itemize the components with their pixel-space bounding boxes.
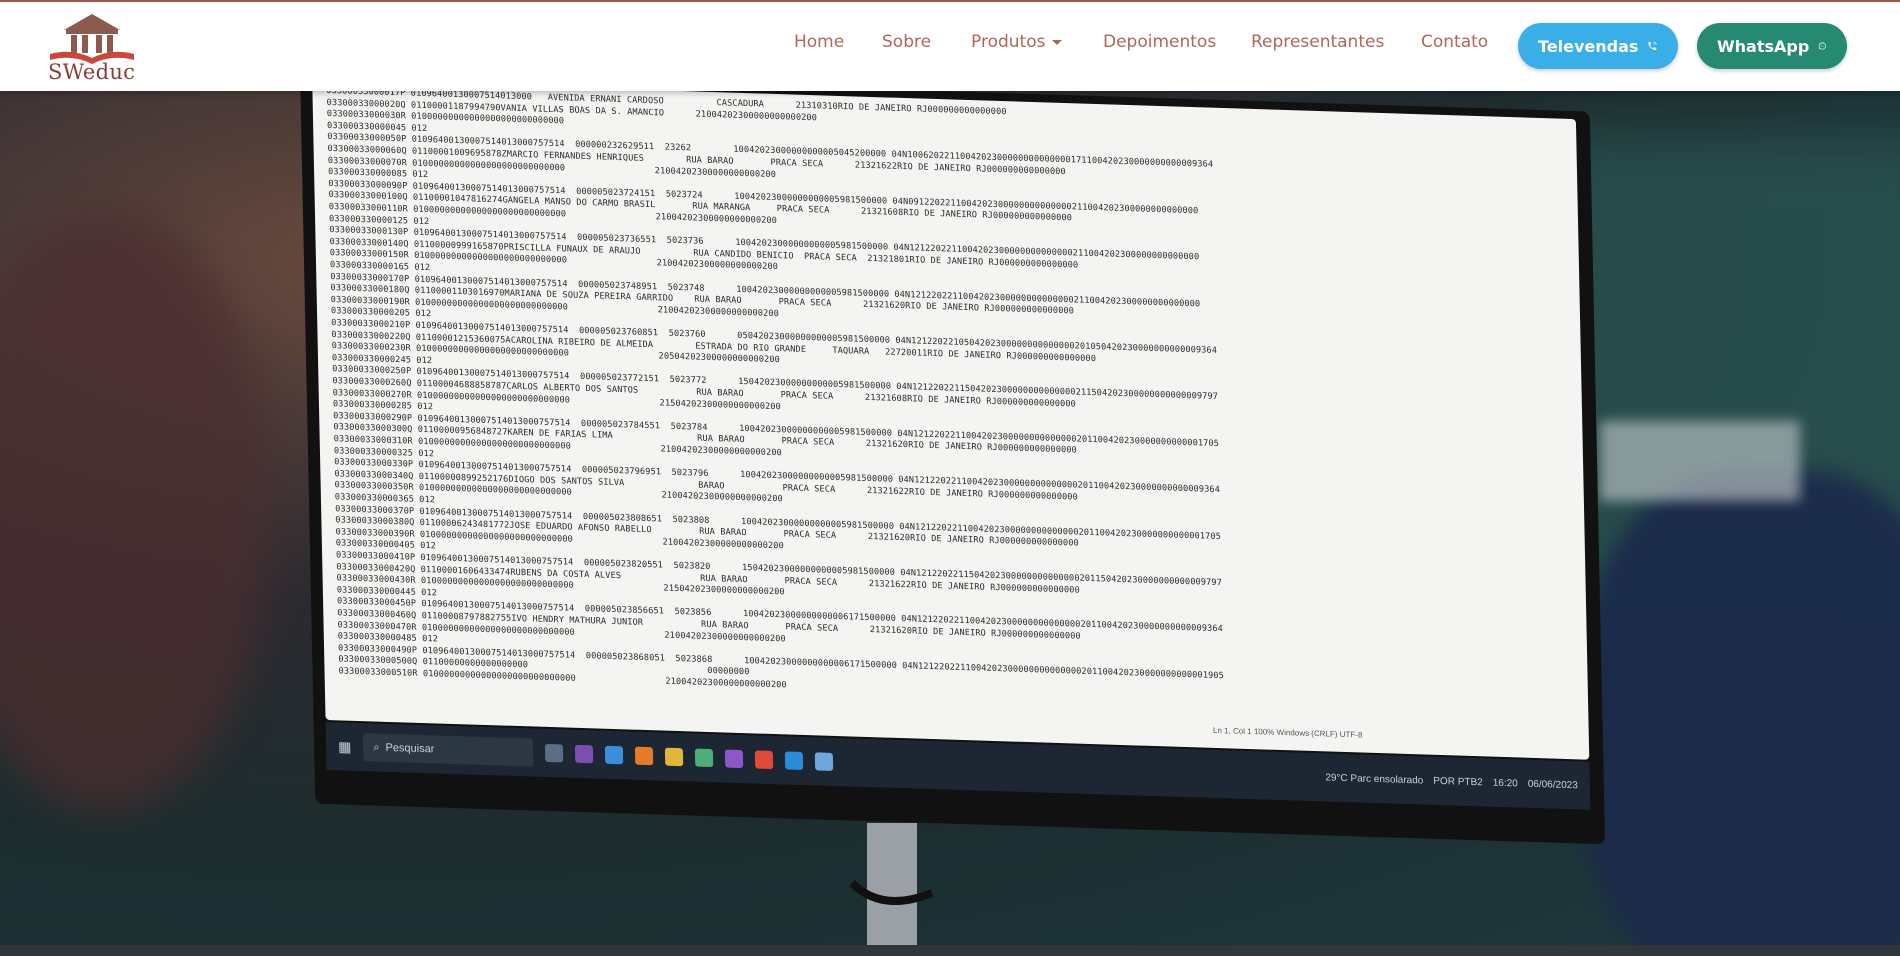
app-icon xyxy=(665,747,684,767)
nav-depoimentos[interactable]: Depoimentos xyxy=(1103,32,1216,52)
nav-representantes[interactable]: Representantes xyxy=(1251,32,1384,52)
whatsapp-label: WhatsApp xyxy=(1717,36,1810,56)
language-text: POR PTB2 xyxy=(1433,775,1483,788)
monitor-photo: 03300033000017P 01096400130007514013000 … xyxy=(292,91,1606,945)
site-header: SWeduc Home Sobre Produtos Depoimentos R… xyxy=(0,2,1900,91)
app-icon xyxy=(635,746,654,766)
app-icon xyxy=(545,743,564,763)
text-file-view: 03300033000017P 01096400130007514013000 … xyxy=(312,91,1590,760)
taskbar-search: ⌕ Pesquisar xyxy=(363,733,534,767)
app-icon xyxy=(755,750,774,770)
app-icon xyxy=(605,745,624,765)
caret-down-icon xyxy=(1052,39,1063,45)
app-icon xyxy=(725,749,744,769)
nav-produtos[interactable]: Produtos xyxy=(971,32,1063,52)
background-blur xyxy=(1600,421,1800,501)
weather-text: 29°C Parc ensolarado xyxy=(1325,771,1424,786)
whatsapp-icon xyxy=(1819,42,1827,50)
monitor-stand xyxy=(849,823,934,945)
televendas-label: Televendas xyxy=(1538,36,1639,56)
clock-date: 06/06/2023 xyxy=(1527,778,1578,791)
app-icon xyxy=(695,748,714,768)
search-icon: ⌕ xyxy=(373,740,380,754)
background-blur xyxy=(0,211,270,811)
televendas-button[interactable]: Televendas xyxy=(1518,23,1678,69)
nav-sobre[interactable]: Sobre xyxy=(882,32,931,52)
phone-icon xyxy=(1648,41,1658,50)
hero-banner: 03300033000017P 01096400130007514013000 … xyxy=(0,91,1900,945)
nav-contato[interactable]: Contato xyxy=(1421,32,1488,52)
clock-time: 16:20 xyxy=(1492,777,1518,789)
app-icon xyxy=(815,752,834,771)
windows-start-icon: ▦ xyxy=(337,737,352,755)
background-blur xyxy=(1580,471,1900,945)
app-icon xyxy=(785,751,804,770)
nav-home[interactable]: Home xyxy=(794,32,844,52)
whatsapp-button[interactable]: WhatsApp xyxy=(1697,23,1847,69)
footer-strip xyxy=(0,945,1900,956)
nav-produtos-label: Produtos xyxy=(971,32,1046,52)
brand-name[interactable]: SWeduc xyxy=(48,60,135,84)
taskbar-search-label: Pesquisar xyxy=(385,741,435,756)
monitor-screen: 03300033000017P 01096400130007514013000 … xyxy=(300,91,1606,845)
app-icon xyxy=(575,744,594,764)
system-tray: 29°C Parc ensolarado POR PTB2 16:20 06/0… xyxy=(1325,772,1578,791)
